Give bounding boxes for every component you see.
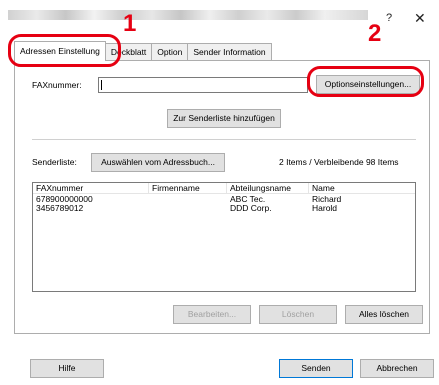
cell-name: Harold	[312, 203, 338, 213]
senderlist-label: Senderliste:	[32, 157, 77, 167]
cancel-button[interactable]: Abbrechen	[360, 359, 434, 378]
tab-sender-information[interactable]: Sender Information	[187, 43, 272, 61]
tab-adressen-einstellung[interactable]: Adressen Einstellung	[14, 41, 106, 61]
select-from-addressbook-button[interactable]: Auswählen vom Adressbuch...	[91, 153, 225, 172]
senderlist-table[interactable]: FAXnummer Firmenname Abteilungsname Name…	[32, 182, 416, 292]
cell-department: DDD Corp.	[230, 203, 272, 213]
table-header: FAXnummer Firmenname Abteilungsname Name	[33, 183, 415, 194]
close-icon[interactable]: ✕	[414, 10, 426, 27]
text-caret	[101, 80, 102, 90]
edit-button[interactable]: Bearbeiten...	[173, 305, 251, 324]
help-button[interactable]: Hilfe	[30, 359, 104, 378]
dialog-title	[8, 10, 368, 20]
step-marker-2: 2	[368, 20, 382, 47]
column-header-faxnumber[interactable]: FAXnummer	[33, 183, 149, 194]
tab-panel: FAXnummer: Optionseinstellungen... Zur S…	[14, 60, 430, 334]
column-header-department[interactable]: Abteilungsname	[227, 183, 309, 194]
tab-deckblatt[interactable]: Deckblatt	[104, 43, 153, 61]
delete-button[interactable]: Löschen	[259, 305, 337, 324]
help-icon[interactable]: ?	[386, 12, 392, 24]
delete-all-button[interactable]: Alles löschen	[345, 305, 423, 324]
divider	[32, 139, 416, 140]
tab-option[interactable]: Option	[151, 43, 189, 61]
options-settings-button[interactable]: Optionseinstellungen...	[316, 75, 420, 94]
cell-faxnumber: 3456789012	[36, 203, 84, 213]
column-header-name[interactable]: Name	[309, 183, 415, 194]
column-header-company[interactable]: Firmenname	[149, 183, 227, 194]
send-button[interactable]: Senden	[279, 359, 353, 378]
fax-number-label: FAXnummer:	[32, 80, 82, 90]
step-marker-1: 1	[123, 10, 137, 37]
add-to-senderlist-button[interactable]: Zur Senderliste hinzufügen	[167, 109, 281, 128]
fax-number-input[interactable]	[98, 77, 308, 93]
senderlist-count: 2 Items / Verbleibende 98 Items	[279, 157, 399, 167]
tab-bar: Adressen Einstellung Deckblatt Option Se…	[14, 41, 272, 61]
